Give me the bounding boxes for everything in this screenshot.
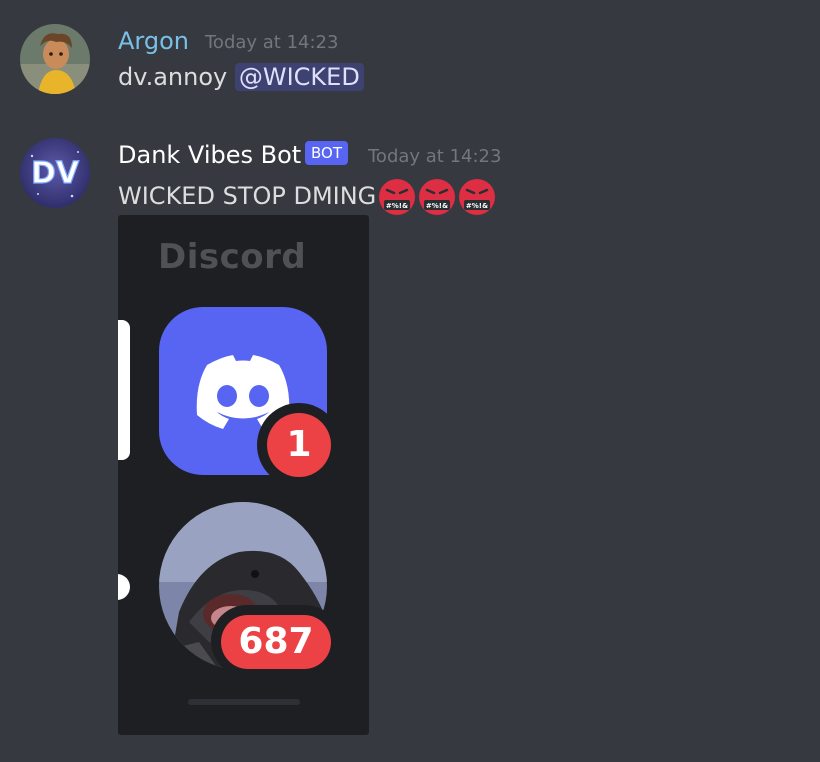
bot-avatar-label: DV [31,156,80,191]
bot-avatar[interactable]: DV [20,138,90,208]
image-attachment[interactable]: Discord 1 687 [118,215,369,735]
bot-tag: BOT [305,141,348,165]
angry-cursing-emoji-icon[interactable]: #%!& [418,178,456,216]
message-timestamp: Today at 14:23 [205,32,339,53]
svg-text:#%!&: #%!& [466,202,488,210]
author-name[interactable]: Dank Vibes Bot [118,140,301,170]
argon-avatar[interactable] [20,24,90,94]
author-name[interactable]: Argon [118,26,189,56]
angry-cursing-emoji-icon[interactable]: #%!& [458,178,496,216]
home-indicator [188,699,300,705]
message-content: WICKED STOP DMING #%!& #%!& #%!& [118,178,496,216]
notification-badge: 1 [267,413,331,477]
notification-badge: 687 [221,615,331,669]
message-timestamp: Today at 14:23 [368,146,502,167]
svg-text:#%!&: #%!& [386,202,408,210]
unread-indicator [118,574,130,600]
angry-cursing-emoji-icon[interactable]: #%!& [378,178,416,216]
message-content: dv.annoy @WICKED [118,62,364,92]
command-text: dv.annoy [118,63,228,91]
message-text: WICKED STOP DMING [118,182,377,210]
server-selected-indicator [118,320,130,460]
user-mention[interactable]: @WICKED [234,63,364,91]
attachment-header-text: Discord [158,237,307,277]
svg-text:#%!&: #%!& [426,202,448,210]
